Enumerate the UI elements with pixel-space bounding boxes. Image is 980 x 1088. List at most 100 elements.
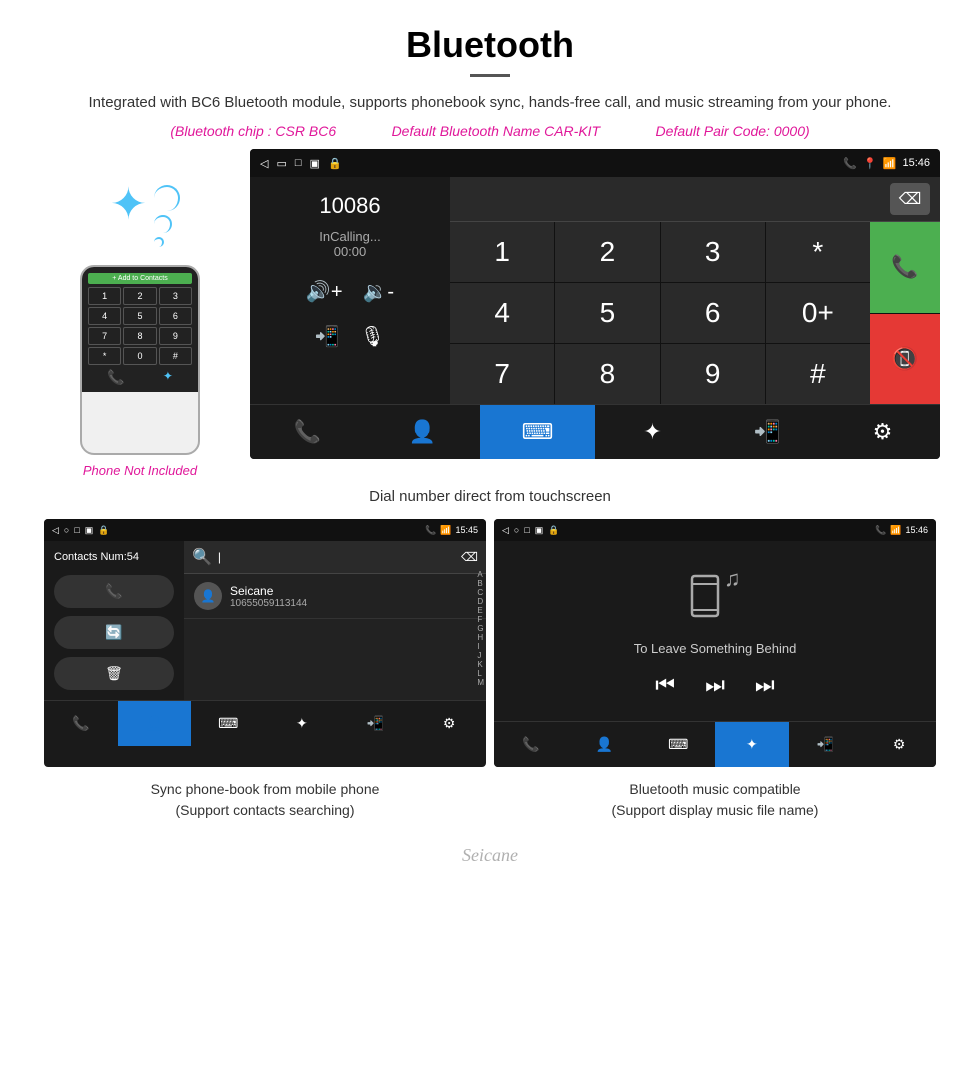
contact-item[interactable]: 👤 Seicane 10655059113144 (184, 574, 486, 619)
toolbar-contacts-btn[interactable]: 👤 (365, 405, 480, 459)
svg-text:♫: ♫ (724, 566, 741, 591)
key-7[interactable]: 7 (450, 344, 554, 404)
delete-contact-btn[interactable]: 🗑 (54, 657, 174, 690)
key-star[interactable]: * (766, 222, 870, 282)
volume-up-btn[interactable]: 🔊+ (306, 279, 343, 304)
calls-icon: 📞 (294, 419, 321, 445)
phone-key-star: * (88, 347, 121, 365)
toolbar-dialpad-btn[interactable]: ⌨ (480, 405, 595, 459)
contacts-toolbar: 📞 👤 ⌨ ✦ 📲 ⚙ (44, 700, 486, 746)
calling-status: InCalling... (319, 229, 380, 244)
ct-call-icon: 📞 (72, 715, 89, 732)
contacts-toolbar-settings[interactable]: ⚙ (412, 701, 486, 746)
phone-key-hash: # (159, 347, 192, 365)
volume-controls: 🔊+ 🔉- (306, 279, 394, 304)
key-2[interactable]: 2 (555, 222, 659, 282)
mt-bt-icon: ✦ (746, 736, 758, 753)
call-contact-btn[interactable]: 📞 (54, 575, 174, 608)
wifi-icon: 📶 (883, 157, 897, 170)
phone-key-8: 8 (123, 327, 156, 345)
mic-icon[interactable]: 🎙 (360, 324, 385, 349)
phone-bt-icon: ✦ (163, 369, 173, 386)
settings-icon: ⚙ (873, 419, 893, 445)
mt-dialpad-icon: ⌨ (668, 736, 688, 753)
music-toolbar-dialpad[interactable]: ⌨ (641, 722, 715, 767)
next-track-button[interactable]: ⏭ (755, 672, 775, 698)
contacts-status-right: 📞 📶 15:45 (425, 525, 478, 536)
key-4[interactable]: 4 (450, 283, 554, 343)
toolbar-settings-btn[interactable]: ⚙ (825, 405, 940, 459)
key-hash[interactable]: # (766, 344, 870, 404)
sync-contacts-btn[interactable]: 🔄 (54, 616, 174, 649)
contacts-toolbar-bt[interactable]: ✦ (265, 701, 339, 746)
answer-call-button[interactable]: 📞 (870, 222, 940, 313)
phone-add-contacts: + Add to Contacts (88, 273, 192, 284)
prev-track-button[interactable]: ⏮ (655, 672, 675, 698)
volume-down-btn[interactable]: 🔉- (363, 279, 395, 304)
android-dial-screen: ◁ ▭ □ ▣ 🔒 📞 📍 📶 15:46 10086 InCalling...… (250, 149, 940, 459)
contacts-icon: 👤 (409, 419, 436, 445)
search-icon: 🔍 (192, 547, 212, 567)
spec-name: Default Bluetooth Name CAR-KIT (392, 123, 601, 139)
phone-key-2: 2 (123, 287, 156, 305)
spec-pair: Default Pair Code: 0000) (656, 123, 810, 139)
music-toolbar-transfer[interactable]: 📲 (789, 722, 863, 767)
contacts-toolbar-calls[interactable]: 📞 (44, 701, 118, 746)
music-song-title: To Leave Something Behind (634, 641, 797, 656)
contacts-left-panel: Contacts Num:54 📞 🔄 🗑 (44, 541, 184, 700)
contacts-window-icon: ○ (64, 525, 69, 535)
key-0plus[interactable]: 0+ (766, 283, 870, 343)
music-phone-icon: 📞 (875, 525, 886, 536)
play-pause-button[interactable]: ⏭ (705, 672, 725, 698)
key-9[interactable]: 9 (661, 344, 765, 404)
transfer-icon[interactable]: 📲 (315, 324, 340, 349)
delete-button[interactable]: ⌫ (890, 183, 930, 215)
toolbar-bluetooth-btn[interactable]: ✦ (595, 405, 710, 459)
contacts-phone-icon: 📞 (425, 525, 436, 536)
music-toolbar-contacts[interactable]: 👤 (568, 722, 642, 767)
key-5[interactable]: 5 (555, 283, 659, 343)
end-phone-icon: 📵 (891, 346, 918, 372)
phone-key-0: 0 (123, 347, 156, 365)
key-6[interactable]: 6 (661, 283, 765, 343)
phone-key-1: 1 (88, 287, 121, 305)
end-call-button[interactable]: 📵 (870, 314, 940, 405)
music-toolbar-settings[interactable]: ⚙ (862, 722, 936, 767)
music-caption-line2: (Support display music file name) (612, 802, 819, 818)
contacts-toolbar-contacts[interactable]: 👤 (118, 701, 192, 746)
contacts-toolbar-dialpad[interactable]: ⌨ (191, 701, 265, 746)
contacts-count: Contacts Num:54 (54, 551, 174, 563)
music-toolbar-bt[interactable]: ✦ (715, 722, 789, 767)
music-back-icon: ◁ (502, 525, 509, 536)
contacts-toolbar-transfer[interactable]: 📲 (339, 701, 413, 746)
contacts-status-left: ◁ ○ □ ▣ 🔒 (52, 525, 110, 536)
dial-input-display (460, 183, 890, 215)
header-description: Integrated with BC6 Bluetooth module, su… (40, 91, 940, 115)
key-8[interactable]: 8 (555, 344, 659, 404)
toolbar-transfer-btn[interactable]: 📲 (710, 405, 825, 459)
signal-waves (154, 185, 180, 247)
contacts-lock-icon: 🔒 (98, 525, 109, 536)
backspace-icon: ⌫ (461, 550, 478, 564)
key-1[interactable]: 1 (450, 222, 554, 282)
bottom-captions: Sync phone-book from mobile phone (Suppo… (0, 779, 980, 821)
wave-medium (154, 215, 172, 233)
music-toolbar-calls[interactable]: 📞 (494, 722, 568, 767)
bottom-row: ◁ ○ □ ▣ 🔒 📞 📶 15:45 Contacts Num:54 📞 � (0, 519, 980, 767)
music-status-left: ◁ ○ □ ▣ 🔒 (502, 525, 560, 536)
header-specs: (Bluetooth chip : CSR BC6 Default Blueto… (40, 123, 940, 139)
status-bar: ◁ ▭ □ ▣ 🔒 📞 📍 📶 15:46 (250, 149, 940, 177)
contacts-caption-line2: (Support contacts searching) (176, 802, 355, 818)
music-notif-icon: ▣ (535, 525, 544, 536)
ct-transfer-icon: 📲 (367, 715, 384, 732)
contacts-status-bar: ◁ ○ □ ▣ 🔒 📞 📶 15:45 (44, 519, 486, 541)
location-icon: 📍 (863, 157, 877, 170)
toolbar-calls-btn[interactable]: 📞 (250, 405, 365, 459)
music-status-right: 📞 📶 15:46 (875, 525, 928, 536)
music-controls: ⏮ ⏭ ⏭ (655, 672, 774, 698)
contacts-caption: Sync phone-book from mobile phone (Suppo… (44, 779, 486, 821)
music-body: ♫ To Leave Something Behind ⏮ ⏭ ⏭ (494, 541, 936, 721)
key-3[interactable]: 3 (661, 222, 765, 282)
contacts-search-input[interactable] (218, 545, 455, 569)
bluetooth-icon: ✦ (110, 179, 147, 230)
